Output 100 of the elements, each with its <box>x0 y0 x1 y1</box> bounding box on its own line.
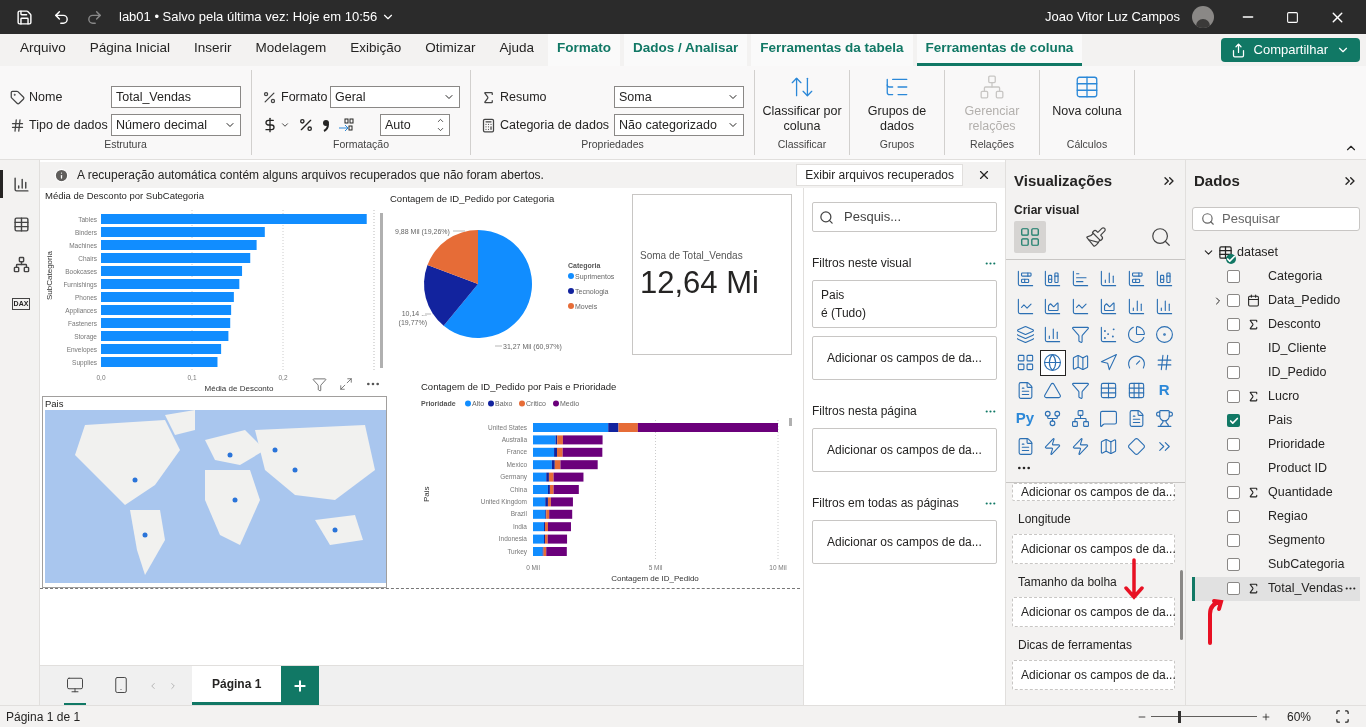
ribbon-tab[interactable]: Ajuda <box>487 34 546 66</box>
ribbon-tab[interactable]: Modelagem <box>243 34 339 66</box>
ribbon-tab[interactable]: Formato <box>547 34 620 66</box>
filter-section-title: Filtros neste visual <box>812 255 912 272</box>
group-label: Formatação <box>332 137 390 153</box>
ribbon-tab[interactable]: Dados / Analisar <box>623 34 748 66</box>
field-well[interactable]: Adicionar os campos de da... <box>1012 659 1175 690</box>
field-row[interactable]: Segmento <box>1192 528 1360 553</box>
dropdown-field[interactable]: Não categorizado <box>614 114 744 136</box>
group-label: Cálculos <box>1065 137 1109 153</box>
group-label: Classificar <box>776 137 828 153</box>
field-name: ID_Cliente <box>1268 340 1328 358</box>
field-name: Total_Vendas <box>1268 580 1344 598</box>
visual-title: Pais <box>45 397 65 410</box>
user-name: Joao Vitor Luz Campos <box>1045 8 1180 27</box>
dropdown-field[interactable]: Soma <box>614 86 744 108</box>
field-well[interactable]: Adicionar os campos de da... <box>1012 482 1175 501</box>
field-name: Lucro <box>1268 388 1301 406</box>
recovered-files-button[interactable]: Exibir arquivos recuperados <box>796 164 963 186</box>
filter-section-title: Filtros nesta página <box>812 403 917 420</box>
ribbon-tab[interactable]: Página Inicial <box>77 34 183 66</box>
filter-card[interactable]: Pais é (Tudo) <box>812 280 997 328</box>
document-title: lab01 • Salvo pela última vez: Hoje em 10:56 <box>119 8 378 27</box>
field-name: Pais <box>1268 412 1294 430</box>
filter-condition: é (Tudo) <box>821 305 867 322</box>
field-row[interactable]: ID_Pedido <box>1192 360 1360 385</box>
drop-zone[interactable]: Adicionar os campos de da... <box>812 428 997 472</box>
field-label: Resumo <box>500 88 548 106</box>
filter-section-title: Filtros em todas as páginas <box>812 495 959 512</box>
field-name: Prioridade <box>1268 436 1326 454</box>
field-well[interactable]: Adicionar os campos de da... <box>1012 533 1175 564</box>
field-name: SubCategoria <box>1268 556 1346 574</box>
filter-field: Pais <box>821 286 988 304</box>
field-name: Regiao <box>1268 508 1309 526</box>
field-well-title: Tamanho da bolha <box>1017 573 1118 591</box>
field-row[interactable]: Desconto <box>1192 312 1360 337</box>
chart-title: Contagem de ID_Pedido por Pais e Prioridade <box>421 381 617 392</box>
field-name: Desconto <box>1268 316 1322 334</box>
field-row[interactable]: Prioridade <box>1192 432 1360 457</box>
field-name: ID_Pedido <box>1268 364 1328 382</box>
group-label: Estrutura <box>103 137 148 153</box>
field-name: Product ID <box>1268 460 1329 478</box>
ribbon-tab[interactable]: Inserir <box>182 34 244 66</box>
page-indicator: Página 1 de 1 <box>6 708 81 726</box>
ribbon-tab[interactable]: Arquivo <box>8 34 78 66</box>
ribbon-button[interactable]: Grupos de dados <box>854 74 940 134</box>
field-label: Formato <box>281 88 326 106</box>
field-row[interactable]: Regiao <box>1192 504 1360 529</box>
field-name: Quantidade <box>1268 484 1334 502</box>
field-row[interactable]: SubCategoria <box>1192 552 1360 577</box>
group-label: Propriedades <box>580 137 645 153</box>
group-label: Relações <box>969 137 1015 153</box>
field-label: Nome <box>29 88 64 106</box>
axis-title: Contagem de ID_Pedido <box>611 574 699 583</box>
field-well-title: Longitude <box>1017 510 1072 528</box>
field-row[interactable]: Categoria <box>1192 264 1360 289</box>
chart-title: Média de Desconto por SubCategoria <box>45 190 204 201</box>
axis-title: Pais <box>422 486 431 502</box>
tree-item[interactable]: dataset <box>1237 243 1278 262</box>
field-row[interactable]: Data_Pedido <box>1192 288 1360 313</box>
group-label: Grupos <box>878 137 916 153</box>
field-name: Segmento <box>1268 532 1326 550</box>
pane-subtitle: Criar visual <box>1013 201 1081 219</box>
drop-zone[interactable]: Adicionar os campos de da... <box>812 520 997 564</box>
ribbon-tab[interactable]: Otimizar <box>413 34 488 66</box>
decimal-places-field[interactable]: Auto <box>380 114 450 136</box>
field-well[interactable]: Adicionar os campos de da... <box>1012 596 1175 627</box>
card-value: 12,64 Mi <box>640 265 760 301</box>
field-label: Tipo de dados <box>29 116 107 134</box>
axis-title: Média de Desconto <box>204 384 274 393</box>
field-row[interactable]: ID_Cliente <box>1192 336 1360 361</box>
field-label: Categoria de dados <box>500 116 610 134</box>
card-label: Soma de Total_Vendas <box>640 249 744 263</box>
zoom-level: 60% <box>1287 708 1313 726</box>
ribbon-tab[interactable]: Ferramentas da tabela <box>751 34 913 66</box>
search-field[interactable]: Pesquisar <box>1192 206 1360 231</box>
chart-title: Contagem de ID_Pedido por Categoria <box>390 193 555 204</box>
field-row[interactable]: Product ID <box>1192 456 1360 481</box>
page-tab[interactable]: Página 1 <box>192 666 282 705</box>
drop-zone[interactable]: Adicionar os campos de da... <box>812 336 997 380</box>
field-row[interactable]: Quantidade <box>1192 480 1360 505</box>
ribbon-button[interactable]: Classificar por coluna <box>759 74 845 134</box>
field-row[interactable]: Lucro <box>1192 384 1360 409</box>
ribbon-tab[interactable]: Ferramentas de coluna <box>916 34 1083 66</box>
field-name: Data_Pedido <box>1268 292 1342 310</box>
pane-title: Dados <box>1194 171 1240 191</box>
field-row[interactable]: Total_Vendas <box>1192 576 1360 601</box>
share-button[interactable]: Compartilhar <box>1220 38 1360 62</box>
pane-title: Visualizações <box>1014 171 1113 191</box>
search-field[interactable]: Pesquis... <box>812 202 997 232</box>
ribbon-tab[interactable]: Exibição <box>338 34 414 66</box>
axis-title: SubCategoria <box>45 251 54 300</box>
dropdown-field[interactable]: Geral <box>330 86 460 108</box>
info-message: A recuperação automática contém alguns arquivos recuperados que não foram abertos. <box>77 167 545 184</box>
text-field[interactable]: Total_Vendas <box>111 86 241 108</box>
field-well-title: Dicas de ferramentas <box>1017 636 1134 654</box>
field-name: Categoria <box>1268 268 1324 286</box>
field-row[interactable]: Pais <box>1192 408 1360 433</box>
ribbon-button[interactable]: Nova coluna <box>1044 74 1130 119</box>
dropdown-field[interactable]: Número decimal <box>111 114 241 136</box>
